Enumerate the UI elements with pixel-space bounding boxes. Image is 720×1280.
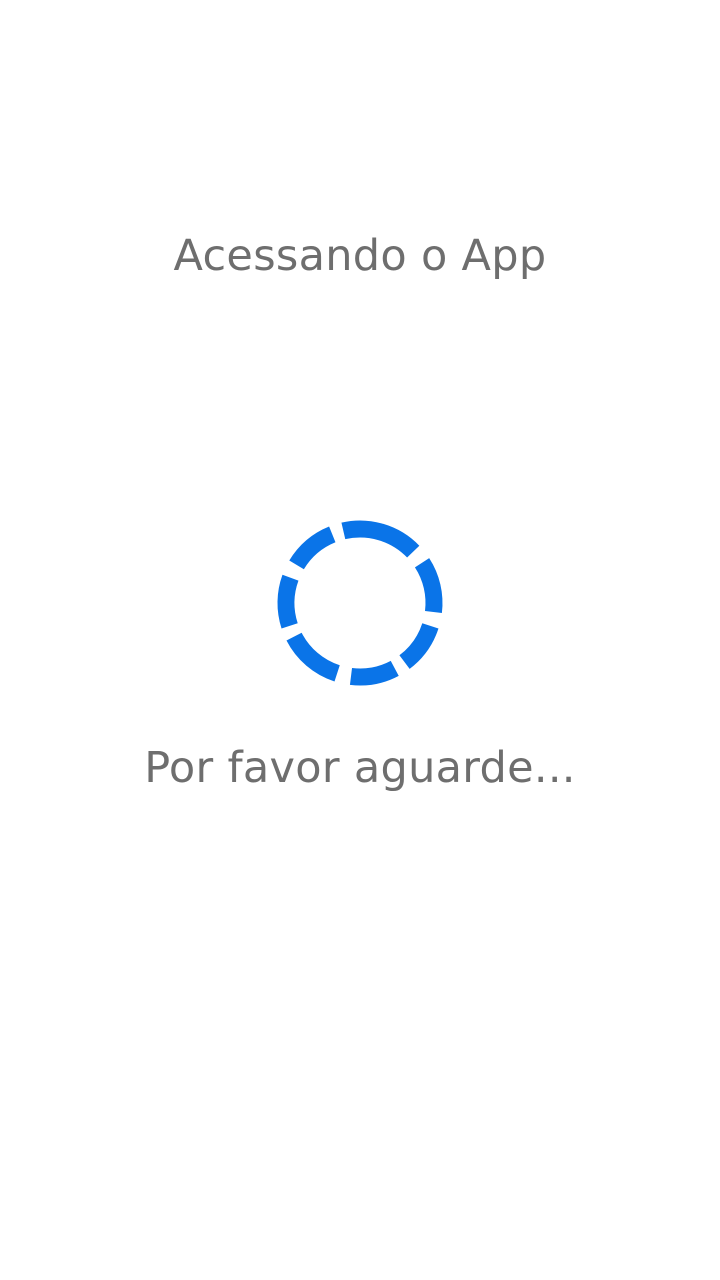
spinner-segment-6 bbox=[277, 574, 299, 629]
loading-spinner-icon bbox=[277, 520, 443, 686]
spinner-segment-1 bbox=[341, 520, 420, 558]
spinner-segment-7 bbox=[289, 526, 336, 570]
spinner-segment-2 bbox=[414, 558, 443, 614]
loading-message: Por favor aguarde... bbox=[144, 743, 576, 793]
spinner-segment-4 bbox=[349, 660, 399, 686]
page-title: Acessando o App bbox=[173, 231, 547, 281]
spinner-segment-5 bbox=[286, 632, 341, 682]
loading-screen: Acessando o App Por favor aguarde... bbox=[0, 0, 720, 1280]
spinner-segment-3 bbox=[399, 622, 439, 669]
